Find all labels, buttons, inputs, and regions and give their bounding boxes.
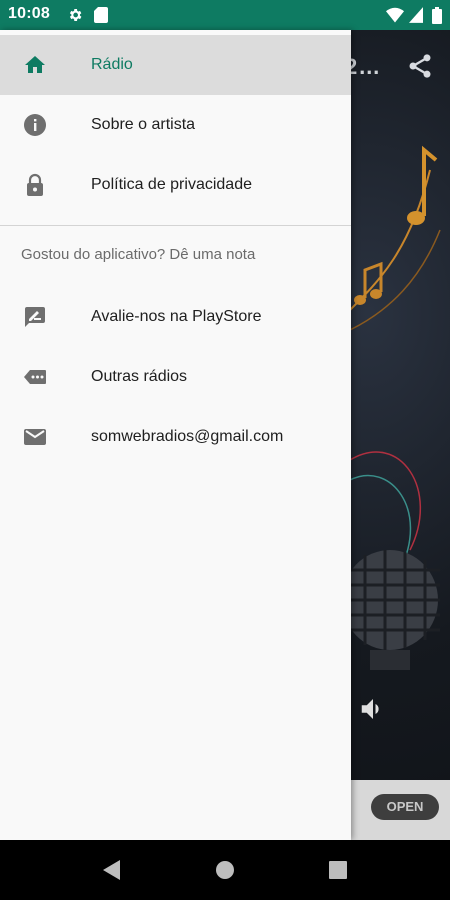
battery-icon xyxy=(432,7,442,24)
drawer-item-email[interactable]: somwebradios@gmail.com xyxy=(0,407,351,467)
drawer-item-label: Sobre o artista xyxy=(91,116,196,133)
lock-icon xyxy=(27,173,43,196)
rate-review-icon xyxy=(25,307,45,327)
drawer-subheader: Gostou do aplicativo? Dê uma nota xyxy=(21,246,256,263)
drawer-item-radio[interactable]: Rádio xyxy=(0,35,351,95)
home-icon xyxy=(25,56,45,73)
label-more-icon xyxy=(24,370,46,384)
drawer-item-other-radios[interactable]: Outras rádios xyxy=(0,347,351,407)
status-time: 10:08 xyxy=(8,5,50,22)
music-artwork xyxy=(350,145,441,670)
drawer-item-label: Rádio xyxy=(91,56,133,73)
gear-icon xyxy=(69,9,82,21)
ad-open-button[interactable]: OPEN xyxy=(371,794,439,820)
drawer-item-about-artist[interactable]: Sobre o artista xyxy=(0,95,351,155)
back-icon[interactable] xyxy=(100,858,122,882)
drawer-item-privacy-policy[interactable]: Política de privacidade xyxy=(0,155,351,215)
wifi-icon xyxy=(386,7,404,23)
recents-icon[interactable] xyxy=(327,858,349,882)
home-circle-icon[interactable] xyxy=(214,858,236,882)
info-icon xyxy=(24,114,46,136)
share-icon[interactable] xyxy=(406,52,434,80)
drawer-item-label: Outras rádios xyxy=(91,368,188,385)
drawer-item-rate-playstore[interactable]: Avalie-nos na PlayStore xyxy=(0,287,351,347)
status-bar: 10:08 xyxy=(0,0,450,30)
sd-card-icon xyxy=(94,7,108,23)
drawer-item-label: Avalie-nos na PlayStore xyxy=(91,308,262,325)
navigation-drawer: Rádio Sobre o artista Política de privac… xyxy=(0,30,351,840)
drawer-item-label: somwebradios@gmail.com xyxy=(91,428,284,445)
system-nav-bar xyxy=(0,840,450,900)
drawer-item-label: Política de privacidade xyxy=(91,176,252,193)
drawer-divider xyxy=(0,225,351,226)
volume-icon[interactable] xyxy=(358,694,388,724)
email-icon xyxy=(24,429,46,445)
signal-icon xyxy=(409,7,423,23)
